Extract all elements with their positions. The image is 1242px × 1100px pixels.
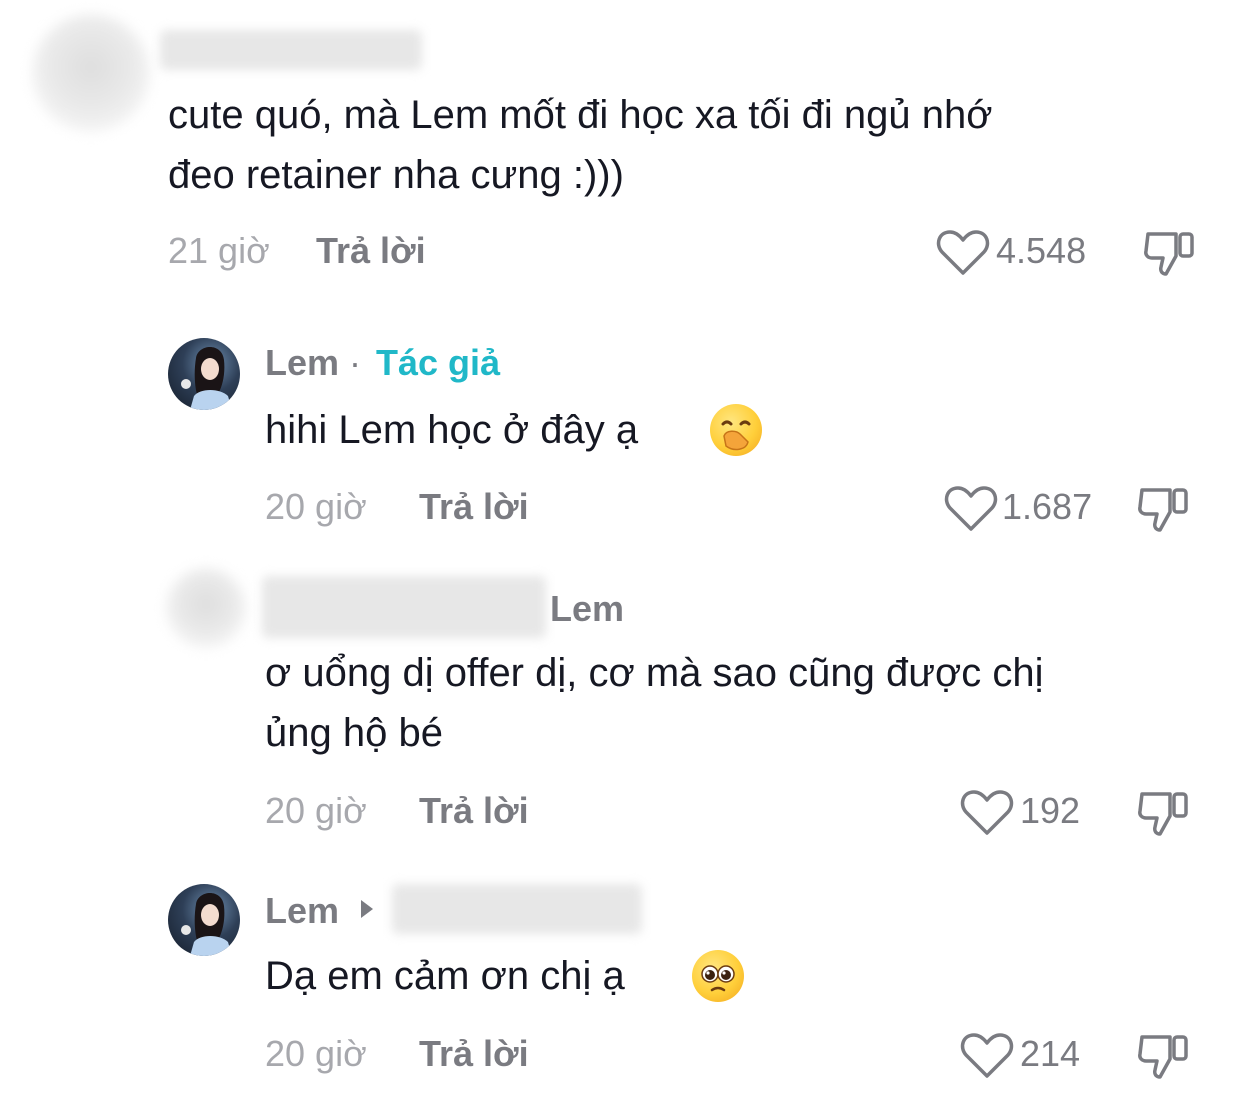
avatar-blurred[interactable] <box>32 14 150 132</box>
dislike-icon[interactable] <box>1136 786 1190 840</box>
timestamp: 20 giờ <box>265 1033 367 1074</box>
comment-3: Lem ơ uổng dị offer dị, cơ mà sao cũng đ… <box>0 550 1242 850</box>
username[interactable]: Lem <box>265 890 339 932</box>
reply-button[interactable]: Trả lời <box>316 230 426 272</box>
dislike-icon[interactable] <box>1142 226 1196 280</box>
username-blurred[interactable] <box>262 576 546 638</box>
reply-to-blurred[interactable] <box>392 884 642 934</box>
comment-text: Dạ em cảm ơn chị ạ <box>265 954 625 998</box>
avatar[interactable] <box>168 338 240 410</box>
avatar-blurred[interactable] <box>166 568 246 648</box>
username[interactable]: Lem <box>265 342 339 384</box>
reply-to-username[interactable]: Lem <box>550 588 624 630</box>
comment-text: hihi Lem học ở đây ạ <box>265 408 639 452</box>
hand-over-mouth-emoji <box>710 404 762 456</box>
heart-icon[interactable] <box>960 788 1014 836</box>
separator: · <box>349 342 361 383</box>
dislike-icon[interactable] <box>1136 1029 1190 1083</box>
author-badge: Tác giả <box>376 342 501 383</box>
heart-icon[interactable] <box>960 1031 1014 1079</box>
comment-4: Lem Dạ em cảm ơn chị ạ 20 giờ Trả lời 21… <box>0 850 1242 1100</box>
comment-text-line-1: cute quó, mà Lem mốt đi học xa tối đi ng… <box>168 93 993 137</box>
like-count: 4.548 <box>996 230 1087 271</box>
timestamp: 21 giờ <box>168 230 270 271</box>
like-count: 1.687 <box>1002 486 1093 527</box>
avatar[interactable] <box>168 884 240 956</box>
heart-icon[interactable] <box>944 484 998 532</box>
comment-text-line-1: ơ uổng dị offer dị, cơ mà sao cũng được … <box>265 651 1044 695</box>
like-count: 214 <box>1020 1033 1081 1074</box>
username-blurred[interactable] <box>160 30 422 70</box>
pleading-face-emoji <box>692 950 744 1002</box>
timestamp: 20 giờ <box>265 790 367 831</box>
reply-button[interactable]: Trả lời <box>419 790 529 832</box>
comment-2: Lem · Tác giả hihi Lem học ở đây ạ 20 gi… <box>0 290 1242 550</box>
like-count: 192 <box>1020 790 1081 831</box>
dislike-icon[interactable] <box>1136 482 1190 536</box>
comment-text-line-2: đeo retainer nha cưng :))) <box>168 153 624 197</box>
comment-text-line-2: ủng hộ bé <box>265 711 443 755</box>
timestamp: 20 giờ <box>265 486 367 527</box>
reply-arrow-icon <box>358 898 376 920</box>
heart-icon[interactable] <box>936 228 990 276</box>
reply-button[interactable]: Trả lời <box>419 1033 529 1075</box>
comment-1: cute quó, mà Lem mốt đi học xa tối đi ng… <box>0 0 1242 290</box>
reply-button[interactable]: Trả lời <box>419 486 529 528</box>
